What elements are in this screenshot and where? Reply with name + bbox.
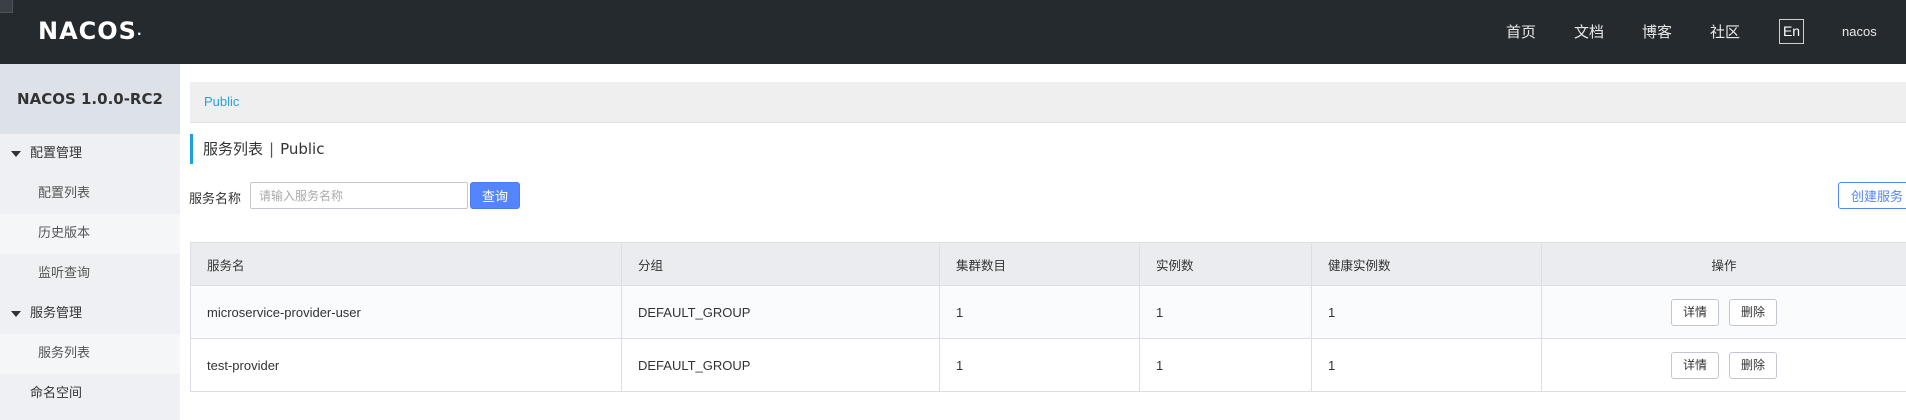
- cell-instance-count: 1: [1139, 285, 1312, 339]
- cell-group: DEFAULT_GROUP: [621, 285, 940, 339]
- sidebar-group-service-management[interactable]: 服务管理: [0, 294, 180, 334]
- cell-operations: 详情 删除: [1541, 338, 1906, 392]
- cell-healthy-count: 1: [1311, 338, 1542, 392]
- namespace-link-public[interactable]: Public: [204, 94, 239, 109]
- title-separator: |: [269, 140, 275, 158]
- cell-service-name: microservice-provider-user: [190, 285, 622, 339]
- sidebar-item-listener-query[interactable]: 监听查询: [0, 254, 180, 294]
- sidebar: NACOS 1.0.0-RC2 配置管理 配置列表 历史版本 监听查询 服务管理…: [0, 64, 180, 420]
- top-nav: 首页 文档 博客 社区 En nacos: [0, 0, 1906, 64]
- cell-group: DEFAULT_GROUP: [621, 338, 940, 392]
- service-name-label: 服务名称: [189, 192, 242, 207]
- delete-button[interactable]: 删除: [1729, 351, 1777, 379]
- cell-instance-count: 1: [1139, 338, 1312, 392]
- cell-operations: 详情 删除: [1541, 285, 1906, 339]
- sidebar-title: NACOS 1.0.0-RC2: [0, 64, 180, 134]
- detail-button[interactable]: 详情: [1671, 298, 1719, 326]
- sidebar-item-namespace[interactable]: 命名空间: [0, 374, 180, 414]
- create-service-button[interactable]: 创建服务: [1838, 182, 1906, 209]
- sidebar-item-service-list[interactable]: 服务列表: [0, 334, 180, 374]
- table-row: test-provider DEFAULT_GROUP 1 1 1 详情 删除: [190, 338, 1906, 392]
- page-title: 服务列表 | Public: [190, 134, 324, 164]
- caret-down-icon: [11, 311, 21, 317]
- cell-healthy-count: 1: [1311, 285, 1542, 339]
- nav-community-link[interactable]: 社区: [1710, 21, 1740, 42]
- delete-button[interactable]: 删除: [1729, 298, 1777, 326]
- namespace-bar: Public: [190, 82, 1906, 123]
- column-header-healthy-instance-count: 健康实例数: [1311, 242, 1542, 286]
- language-switch-button[interactable]: En: [1779, 19, 1804, 44]
- page-title-namespace: Public: [280, 140, 325, 158]
- cell-service-name: test-provider: [190, 338, 622, 392]
- column-header-service-name: 服务名: [190, 242, 622, 286]
- main-content: Public 服务列表 | Public 服务名称 查询 创建服务 服务名 分组 集…: [180, 64, 1906, 420]
- column-header-group: 分组: [621, 242, 940, 286]
- cell-cluster-count: 1: [939, 285, 1140, 339]
- nav-home-link[interactable]: 首页: [1506, 21, 1536, 42]
- caret-down-icon: [11, 151, 21, 157]
- top-bar: NACOS. 首页 文档 博客 社区 En nacos: [0, 0, 1906, 64]
- sidebar-group-label: 配置管理: [30, 146, 83, 161]
- column-header-cluster-count: 集群数目: [939, 242, 1140, 286]
- service-name-search-input[interactable]: [250, 182, 468, 209]
- user-menu[interactable]: nacos: [1842, 24, 1877, 39]
- sidebar-group-label: 服务管理: [30, 306, 83, 321]
- query-button[interactable]: 查询: [470, 182, 520, 209]
- table-row: microservice-provider-user DEFAULT_GROUP…: [190, 285, 1906, 339]
- sidebar-item-history[interactable]: 历史版本: [0, 214, 180, 254]
- detail-button[interactable]: 详情: [1671, 351, 1719, 379]
- service-table: 服务名 分组 集群数目 实例数 健康实例数 操作 microservice-pr…: [190, 242, 1906, 392]
- table-header-row: 服务名 分组 集群数目 实例数 健康实例数 操作: [190, 242, 1906, 286]
- column-header-instance-count: 实例数: [1139, 242, 1312, 286]
- cell-cluster-count: 1: [939, 338, 1140, 392]
- sidebar-group-config-management[interactable]: 配置管理: [0, 134, 180, 174]
- nav-docs-link[interactable]: 文档: [1574, 21, 1604, 42]
- page-title-text: 服务列表: [203, 140, 264, 158]
- sidebar-item-config-list[interactable]: 配置列表: [0, 174, 180, 214]
- sidebar-group-label: 命名空间: [30, 386, 83, 401]
- column-header-operations: 操作: [1541, 242, 1906, 286]
- nav-blog-link[interactable]: 博客: [1642, 21, 1672, 42]
